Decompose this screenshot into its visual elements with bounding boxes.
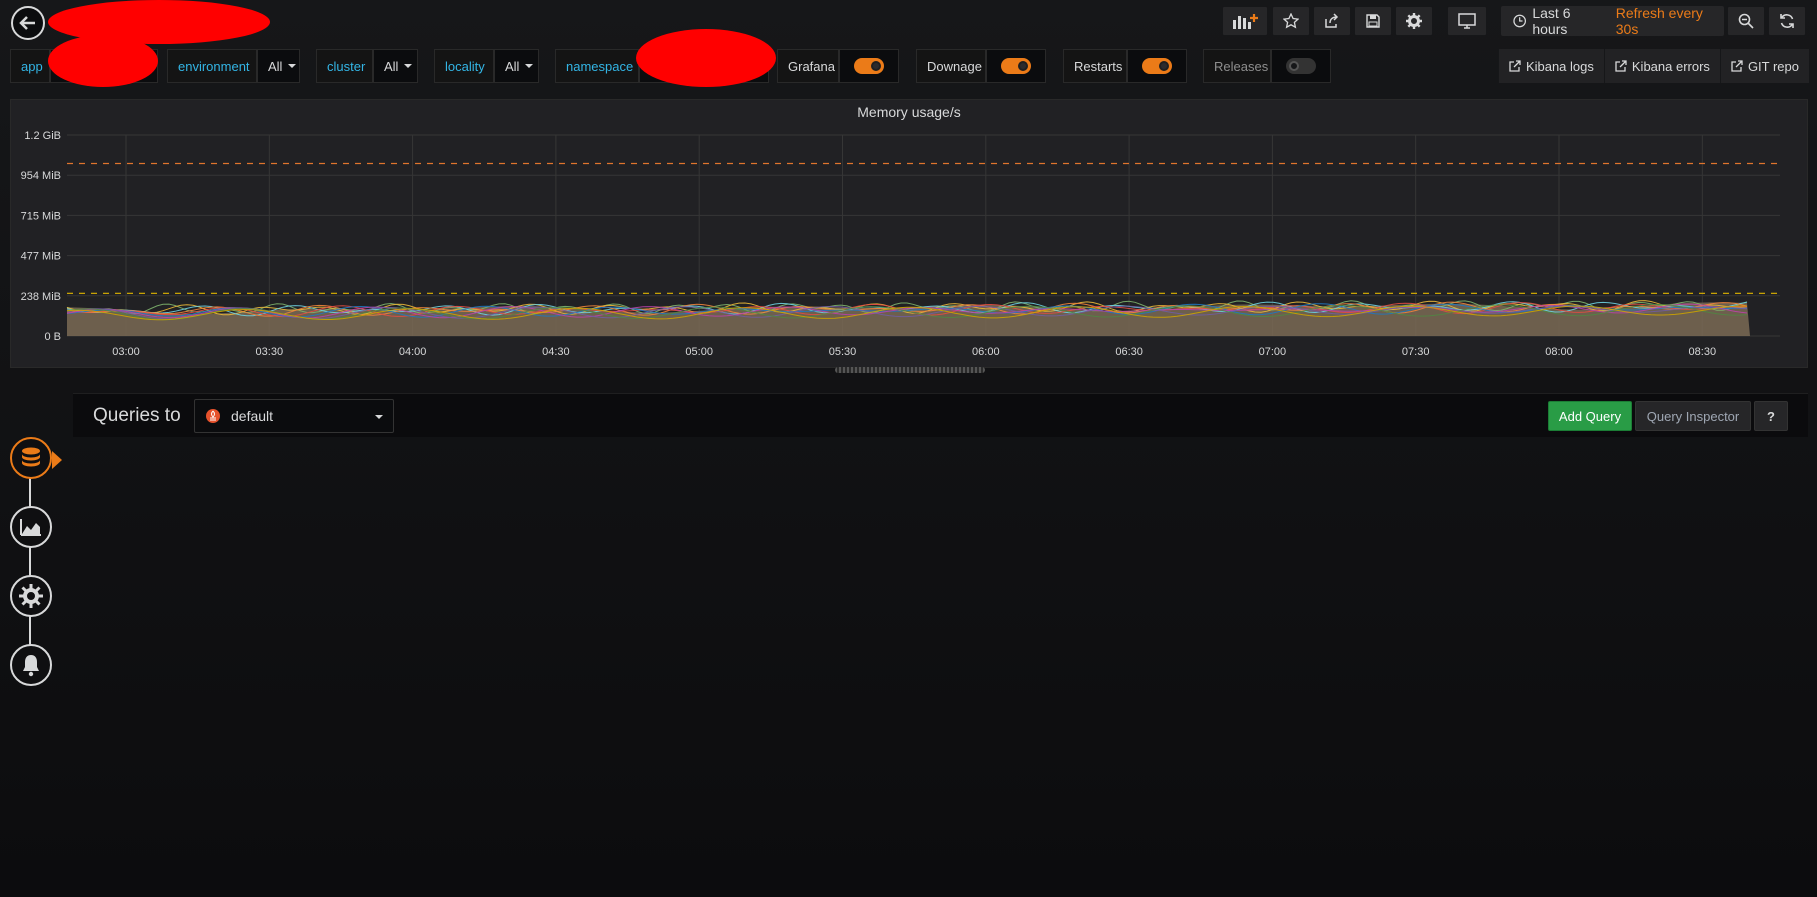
x-tick-label: 04:00	[399, 346, 427, 358]
caret-down-icon	[404, 64, 413, 68]
arrow-left-icon	[19, 16, 35, 30]
var-label-cluster: cluster	[316, 49, 373, 83]
external-link-icon	[1731, 60, 1743, 72]
x-tick-label: 08:00	[1545, 346, 1573, 358]
x-tick-label: 04:30	[542, 346, 570, 358]
var-label-app: app	[10, 49, 50, 83]
query-inspector-button[interactable]: Query Inspector	[1635, 401, 1751, 431]
x-tick-label: 06:00	[972, 346, 1000, 358]
zoom-out-icon	[1738, 13, 1754, 29]
save-button[interactable]	[1354, 6, 1392, 36]
switch-off	[1286, 58, 1316, 74]
add-query-button[interactable]: Add Query	[1548, 401, 1632, 431]
toggle-label-releases: Releases	[1203, 49, 1271, 83]
gear-icon	[1406, 13, 1422, 29]
var-label-environment: environment	[167, 49, 257, 83]
back-button[interactable]	[11, 6, 45, 40]
share-icon	[1325, 13, 1339, 28]
x-tick-label: 03:00	[112, 346, 140, 358]
x-tick-label: 05:30	[829, 346, 857, 358]
zoom-out-button[interactable]	[1727, 6, 1765, 36]
refresh-interval-text: Refresh every 30s	[1615, 5, 1703, 37]
datasource-select[interactable]: default	[194, 399, 394, 433]
dashboard-links: Kibana logs Kibana errors GIT repo	[1497, 49, 1809, 83]
help-button[interactable]: ?	[1754, 401, 1788, 431]
caret-down-icon	[375, 415, 383, 419]
star-icon	[1283, 13, 1299, 29]
y-tick-label: 0 B	[44, 331, 61, 343]
x-tick-label: 06:30	[1115, 346, 1143, 358]
panel-title[interactable]: Memory usage/s	[10, 104, 1808, 120]
toggle-label-restarts: Restarts	[1063, 49, 1127, 83]
external-link-icon	[1509, 60, 1521, 72]
top-navbar: Last 6 hours Refresh every 30s	[0, 0, 1817, 44]
template-variables-row: app environment All cluster All locality…	[0, 29, 1817, 87]
y-tick-label: 238 MiB	[21, 291, 61, 303]
toggle-label-grafana: Grafana	[777, 49, 839, 83]
memory-usage-chart[interactable]: 0 B 238 MiB 477 MiB 715 MiB 954 MiB 1.2 GiB 03…	[10, 120, 1808, 360]
toggle-releases[interactable]	[1271, 49, 1331, 83]
tv-mode-button[interactable]	[1447, 6, 1487, 36]
star-button[interactable]	[1272, 6, 1310, 36]
add-panel-icon	[1233, 14, 1258, 29]
datasource-name: default	[231, 408, 274, 424]
caret-down-icon	[288, 64, 297, 68]
caret-down-icon	[525, 64, 534, 68]
step-visualization[interactable]	[10, 506, 52, 548]
external-link-icon	[1615, 60, 1627, 72]
x-tick-label: 07:00	[1259, 346, 1287, 358]
queries-to-label: Queries to	[93, 405, 181, 426]
y-tick-label: 477 MiB	[21, 251, 61, 263]
settings-button[interactable]	[1395, 6, 1433, 36]
var-label-locality: locality	[434, 49, 494, 83]
datasource-icon	[206, 409, 220, 423]
add-panel-button[interactable]	[1222, 6, 1268, 36]
toggle-restarts[interactable]	[1127, 49, 1187, 83]
step-general[interactable]	[10, 575, 52, 617]
var-select-environment[interactable]: All	[257, 49, 300, 83]
x-tick-label: 08:30	[1689, 346, 1717, 358]
query-editor-header: Queries to default Add Query Query Inspe…	[73, 393, 1808, 437]
refresh-icon	[1780, 14, 1794, 28]
step-alert[interactable]	[10, 644, 52, 686]
switch-on	[1001, 58, 1031, 74]
switch-on	[854, 58, 884, 74]
var-select-locality[interactable]: All	[494, 49, 539, 83]
y-tick-label: 715 MiB	[21, 210, 61, 222]
x-tick-label: 03:30	[256, 346, 284, 358]
clock-icon	[1513, 14, 1527, 28]
area-chart-icon	[20, 519, 41, 536]
refresh-button[interactable]	[1768, 6, 1806, 36]
active-step-arrow	[52, 451, 62, 469]
cog-icon	[19, 584, 43, 608]
var-label-namespace: namespace	[555, 49, 639, 83]
time-range-text: Last 6 hours	[1532, 5, 1571, 37]
link-kibana-errors[interactable]: Kibana errors	[1603, 49, 1720, 83]
step-queries[interactable]	[10, 437, 52, 479]
redacted-app-value	[48, 35, 158, 87]
toggle-downage[interactable]	[986, 49, 1046, 83]
save-icon	[1366, 14, 1380, 28]
share-button[interactable]	[1313, 6, 1351, 36]
redacted-namespace-value	[636, 29, 776, 87]
switch-on	[1142, 58, 1172, 74]
link-git-repo[interactable]: GIT repo	[1719, 49, 1809, 83]
time-range-picker[interactable]: Last 6 hours Refresh every 30s	[1501, 5, 1724, 37]
x-tick-label: 07:30	[1402, 346, 1430, 358]
toggle-label-downage: Downage	[916, 49, 986, 83]
y-tick-label: 1.2 GiB	[24, 130, 61, 142]
var-select-cluster[interactable]: All	[373, 49, 418, 83]
y-tick-label: 954 MiB	[21, 170, 61, 182]
x-tick-label: 05:00	[685, 346, 713, 358]
bell-icon	[23, 655, 39, 677]
panel-resize-handle[interactable]	[835, 367, 985, 373]
monitor-icon	[1458, 13, 1476, 29]
database-icon	[22, 447, 40, 467]
link-kibana-logs[interactable]: Kibana logs	[1497, 49, 1604, 83]
toggle-grafana[interactable]	[839, 49, 899, 83]
